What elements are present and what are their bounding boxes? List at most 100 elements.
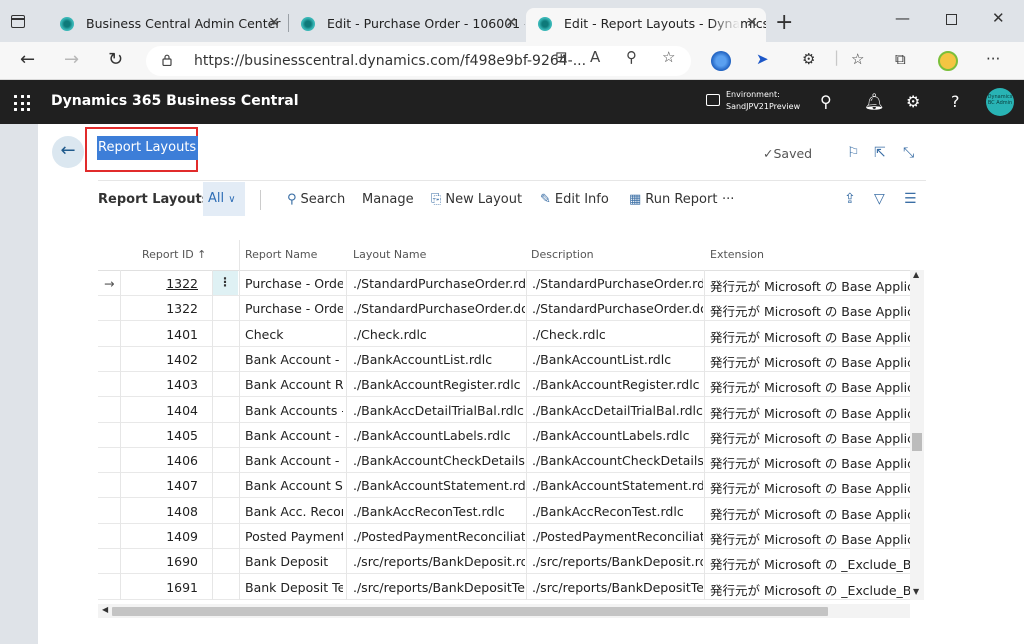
refresh-icon[interactable]: ↻ xyxy=(108,49,123,70)
profile-icon[interactable] xyxy=(938,51,958,71)
table-row[interactable]: → 1322 ⋮ Purchase - Order ./StandardPurchase… xyxy=(98,271,910,296)
favorites-icon[interactable]: ☆ xyxy=(851,50,864,68)
address-bar[interactable]: https://businesscentral.dynamics.com/f49… xyxy=(146,46,691,76)
column-divider xyxy=(120,270,121,600)
page-title: Report Layouts xyxy=(97,136,199,160)
extension-arrow-icon[interactable]: ➤ xyxy=(756,50,769,68)
more-actions-button[interactable]: ··· xyxy=(722,192,734,207)
browser-tab-report-layouts[interactable]: Edit - Report Layouts - Dynamics ✕ xyxy=(526,8,766,42)
environment-name: SandJPV21Preview xyxy=(726,102,801,111)
bc-favicon-icon xyxy=(538,17,552,31)
cell-extension: 発行元が Microsoft の Base Applica xyxy=(710,380,910,396)
cell-report-name: Purchase - Order xyxy=(245,276,343,291)
scroll-up-icon[interactable]: ▲ xyxy=(913,270,919,279)
window-close-icon[interactable]: ✕ xyxy=(992,9,1005,27)
collections-icon[interactable]: ⧉ xyxy=(895,50,906,68)
current-row-arrow-icon: → xyxy=(104,276,115,291)
bookmark-icon[interactable]: ⚐ xyxy=(847,145,860,161)
divider xyxy=(260,190,261,210)
extension-globe-icon[interactable] xyxy=(711,51,731,71)
bc-favicon-icon xyxy=(301,17,315,31)
cell-description: ./BankAccountList.rdlc xyxy=(532,351,672,367)
collapse-icon[interactable]: ⤡ xyxy=(903,145,914,161)
cell-description: ./StandardPurchaseOrder.rdlc xyxy=(532,276,703,291)
table-row[interactable]: 1401 Check ./Check.rdlc ./Check.rdlc 発行元が Mi… xyxy=(98,322,910,347)
scrollbar-thumb[interactable] xyxy=(912,433,922,451)
search-button[interactable]: ⚲ Search xyxy=(287,192,345,207)
table-row[interactable]: 1409 Posted Payment... ./PostedPaymentReco… xyxy=(98,524,910,549)
cell-description: ./Check.rdlc xyxy=(532,326,606,342)
tab-actions-icon[interactable] xyxy=(11,15,25,28)
scroll-left-icon[interactable]: ◀ xyxy=(102,605,108,614)
cell-extension: 発行元が Microsoft の Base Applica xyxy=(710,506,910,522)
avatar[interactable]: Dynamics BC Admin xyxy=(986,88,1014,116)
back-arrow-icon[interactable]: ← xyxy=(52,136,84,168)
cell-report-name: Check xyxy=(245,326,284,342)
table-row[interactable]: 1322 Purchase - Order ./StandardPurchaseOr… xyxy=(98,296,910,322)
help-icon[interactable]: ? xyxy=(951,92,960,111)
new-layout-button[interactable]: ⎘ New Layout xyxy=(431,192,522,207)
filter-funnel-icon[interactable]: ▽ xyxy=(874,191,885,207)
tab-title: Edit - Purchase Order - 106001 - xyxy=(327,16,525,31)
app-launcher-icon[interactable] xyxy=(14,95,30,111)
cell-report-id: 1409 xyxy=(166,529,198,544)
table-row[interactable]: 1691 Bank Deposit Te... ./src/reports/Bank… xyxy=(98,575,910,600)
column-header-report-name[interactable]: Report Name xyxy=(245,248,317,261)
view-filter-all[interactable]: All ∨ xyxy=(203,182,245,216)
open-new-window-icon[interactable]: ⇱ xyxy=(874,145,886,161)
column-header-layout-name[interactable]: Layout Name xyxy=(353,248,426,261)
extensions-icon[interactable]: ⚙ xyxy=(802,50,815,68)
list-view-icon[interactable]: ☰ xyxy=(904,191,917,207)
run-report-button[interactable]: ▦ Run Report xyxy=(629,192,717,207)
share-icon[interactable]: ⇪ xyxy=(844,191,856,207)
close-icon[interactable]: ✕ xyxy=(505,15,517,31)
app-available-icon[interactable]: ⊞ xyxy=(555,48,568,66)
notifications-bell-icon[interactable]: 🔔︎ xyxy=(864,92,884,111)
settings-gear-icon[interactable]: ⚙ xyxy=(906,92,920,111)
cell-report-id[interactable]: 1322 xyxy=(121,276,198,291)
minimize-icon[interactable]: — xyxy=(895,9,910,27)
table-row[interactable]: 1406 Bank Account - ... ./BankAccountCheck… xyxy=(98,448,910,474)
add-favorite-icon[interactable]: ☆ xyxy=(662,48,675,66)
table-row[interactable]: 1690 Bank Deposit ./src/reports/BankDeposi… xyxy=(98,549,910,575)
cell-description: ./PostedPaymentReconciliati... xyxy=(532,529,703,544)
column-header-extension[interactable]: Extension xyxy=(710,248,764,261)
cell-description: ./StandardPurchaseOrder.docx xyxy=(532,301,703,317)
environment-label: Environment: xyxy=(726,90,780,99)
table-row[interactable]: 1405 Bank Account - ... ./BankAccountLabel… xyxy=(98,423,910,448)
horizontal-scrollbar[interactable]: ◀ xyxy=(98,604,910,618)
column-divider xyxy=(526,270,527,600)
zoom-icon[interactable]: ⚲ xyxy=(626,48,637,66)
browser-toolbar: ← → ↻ https://businesscentral.dynamics.c… xyxy=(0,42,1024,80)
more-options-icon[interactable]: ··· xyxy=(986,50,1000,68)
search-icon[interactable]: ⚲ xyxy=(820,92,832,111)
row-actions-icon[interactable]: ⋮ xyxy=(212,271,238,295)
vertical-scrollbar[interactable]: ▲ ▼ xyxy=(910,270,924,600)
scroll-down-icon[interactable]: ▼ xyxy=(913,587,919,596)
maximize-icon[interactable] xyxy=(946,14,957,25)
table-row[interactable]: 1407 Bank Account St... ./BankAccountState… xyxy=(98,473,910,499)
table-row[interactable]: 1402 Bank Account - ... ./BankAccountList.… xyxy=(98,347,910,372)
close-icon[interactable]: ✕ xyxy=(268,15,280,31)
cell-report-name: Purchase - Order xyxy=(245,301,343,317)
tab-fade xyxy=(710,8,740,42)
table-row[interactable]: 1404 Bank Accounts -... ./BankAccDetailTri… xyxy=(98,398,910,423)
environment-info[interactable]: Environment: SandJPV21Preview xyxy=(726,89,800,113)
cell-extension: 発行元が Microsoft の Base Applica xyxy=(710,279,910,294)
column-header-report-id[interactable]: Report ID ↑ xyxy=(142,248,206,261)
browser-tab-admin-center[interactable]: Business Central Admin Center ✕ xyxy=(48,8,288,42)
close-icon[interactable]: ✕ xyxy=(746,15,758,31)
browser-tab-purchase-order[interactable]: Edit - Purchase Order - 106001 - ✕ xyxy=(289,8,525,42)
table-row[interactable]: 1408 Bank Acc. Recon... ./BankAccReconTest… xyxy=(98,499,910,524)
cell-description: ./src/reports/BankDepositTes... xyxy=(532,579,703,595)
cell-report-id: 1402 xyxy=(166,351,198,367)
edit-info-button[interactable]: ✎ Edit Info xyxy=(540,192,609,207)
scrollbar-thumb[interactable] xyxy=(112,607,828,616)
forward-arrow-icon[interactable]: → xyxy=(64,49,79,70)
new-tab-icon[interactable]: + xyxy=(775,10,793,35)
manage-button[interactable]: Manage xyxy=(362,192,414,207)
back-arrow-icon[interactable]: ← xyxy=(20,49,35,70)
table-row[interactable]: 1403 Bank Account R... ./BankAccountRegist… xyxy=(98,372,910,398)
column-header-description[interactable]: Description xyxy=(531,248,594,261)
read-aloud-icon[interactable]: A xyxy=(590,48,600,66)
